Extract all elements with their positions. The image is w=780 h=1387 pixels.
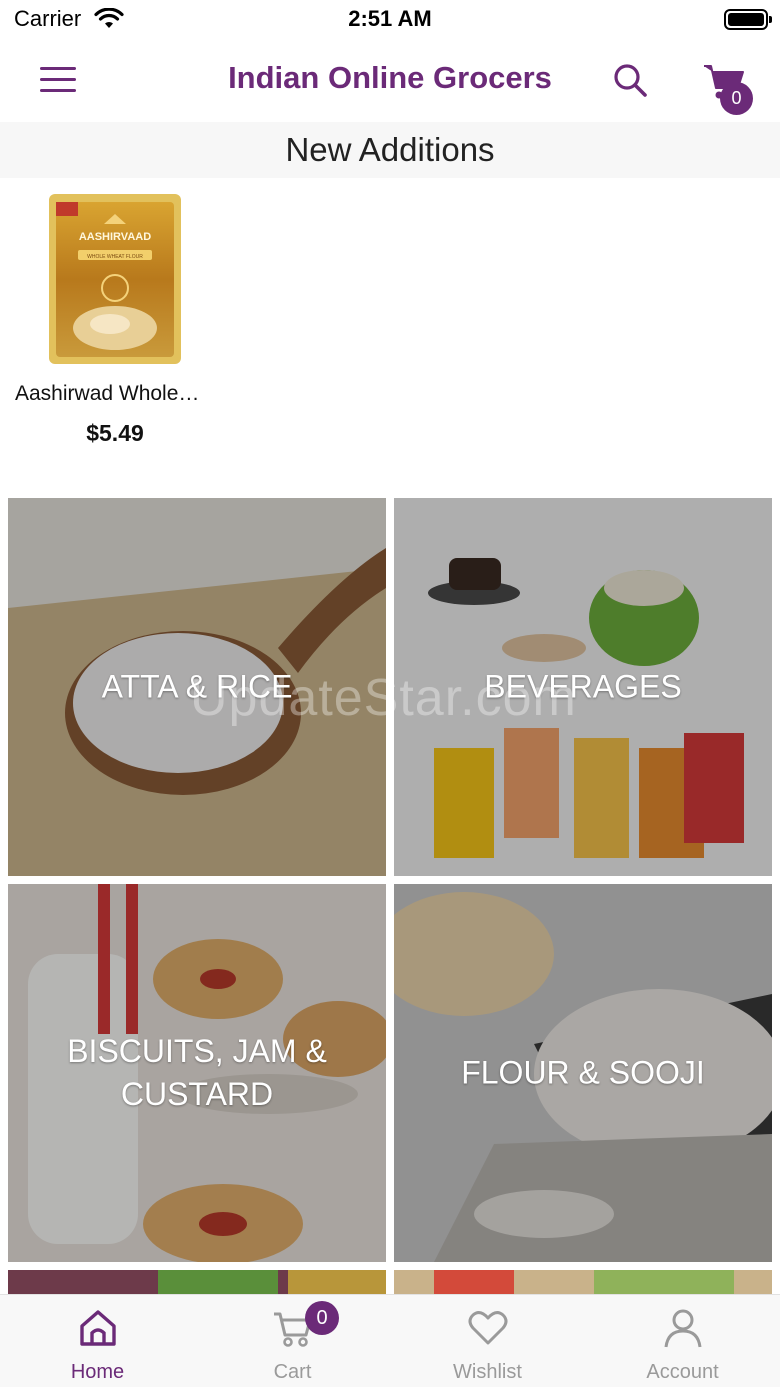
nav-account[interactable]: Account xyxy=(585,1295,780,1387)
nav-wishlist[interactable]: Wishlist xyxy=(390,1295,585,1387)
search-icon[interactable] xyxy=(612,62,648,98)
category-label: BEVERAGES xyxy=(484,668,682,705)
category-tile-flour-sooji[interactable]: FLOUR & SOOJI xyxy=(394,884,772,1262)
cart-count-badge: 0 xyxy=(720,82,753,115)
category-label: BISCUITS, JAM & CUSTARD xyxy=(67,1033,327,1112)
nav-home[interactable]: Home xyxy=(0,1295,195,1387)
battery-icon xyxy=(724,9,772,30)
nav-label: Home xyxy=(70,1361,125,1383)
nav-label: Wishlist xyxy=(453,1361,522,1383)
category-tile-biscuits[interactable]: BISCUITS, JAM & CUSTARD xyxy=(8,884,386,1262)
app-header: Indian Online Grocers 0 xyxy=(0,40,780,120)
status-bar: Carrier 2:51 AM xyxy=(0,0,780,40)
clock: 2:51 AM xyxy=(348,6,432,31)
user-icon xyxy=(664,1309,702,1348)
product-card[interactable]: AASHIRVAAD WHOLE WHEAT FLOUR Aashirwad W… xyxy=(10,186,220,466)
category-tile-atta-rice[interactable]: ATTA & RICE xyxy=(8,498,386,876)
bottom-nav: Home 0 Cart Wishlist Account xyxy=(0,1294,780,1387)
section-title: New Additions xyxy=(285,131,495,168)
nav-label: Account xyxy=(646,1361,719,1383)
svg-text:WHOLE WHEAT FLOUR: WHOLE WHEAT FLOUR xyxy=(87,254,143,260)
heart-icon xyxy=(468,1311,508,1345)
category-label: FLOUR & SOOJI xyxy=(461,1054,705,1091)
product-price: $5.49 xyxy=(86,420,144,446)
app-title: Indian Online Grocers xyxy=(228,60,552,95)
cart-badge: 0 xyxy=(305,1301,339,1335)
category-label: ATTA & RICE xyxy=(101,668,293,705)
nav-cart[interactable]: 0 Cart xyxy=(195,1295,390,1387)
category-tile-beverages[interactable]: BEVERAGES xyxy=(394,498,772,876)
nav-label: Cart xyxy=(273,1361,312,1383)
product-image: AASHIRVAAD WHOLE WHEAT FLOUR xyxy=(49,194,181,364)
home-icon xyxy=(80,1310,116,1346)
product-name: Aashirwad Whole… xyxy=(15,382,200,405)
svg-text:AASHIRVAAD: AASHIRVAAD xyxy=(79,231,151,243)
